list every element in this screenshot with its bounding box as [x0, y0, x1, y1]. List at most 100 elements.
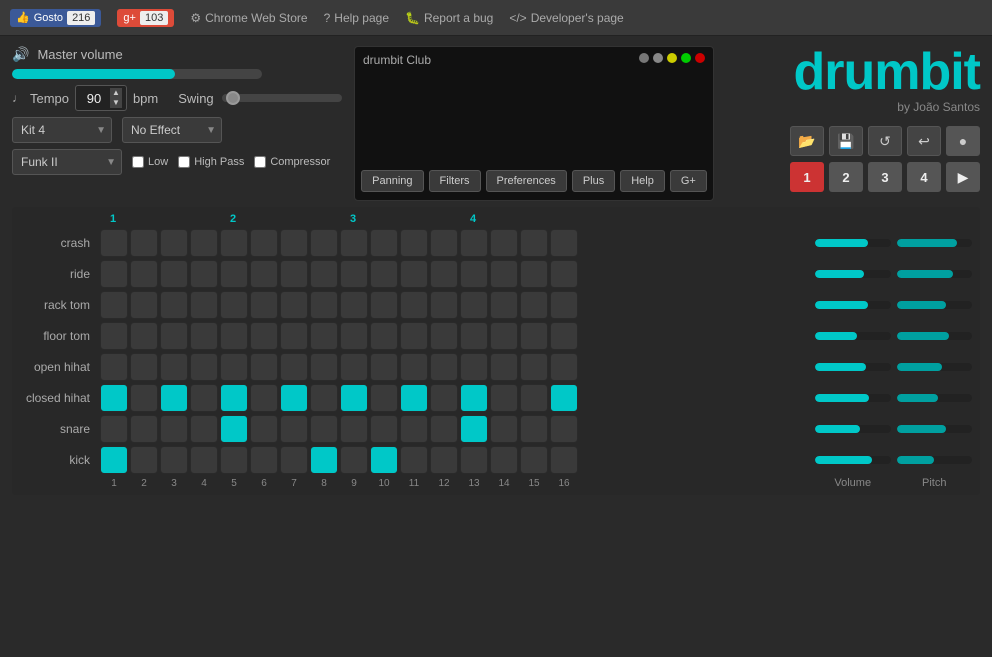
swing-slider[interactable] [222, 94, 342, 102]
volume-slider-7[interactable] [815, 456, 891, 464]
beat-cell-4-14[interactable] [520, 353, 548, 381]
pitch-slider-0[interactable] [897, 239, 973, 247]
beat-cell-3-13[interactable] [490, 322, 518, 350]
beat-cell-7-13[interactable] [490, 446, 518, 474]
beat-cell-6-5[interactable] [250, 415, 278, 443]
beat-cell-7-9[interactable] [370, 446, 398, 474]
beat-cell-6-6[interactable] [280, 415, 308, 443]
beat-cell-6-1[interactable] [130, 415, 158, 443]
beat-cell-4-3[interactable] [190, 353, 218, 381]
beat-cell-6-11[interactable] [430, 415, 458, 443]
beat-cell-0-10[interactable] [400, 229, 428, 257]
beat-cell-1-1[interactable] [130, 260, 158, 288]
beat-cell-0-2[interactable] [160, 229, 188, 257]
beat-cell-3-8[interactable] [340, 322, 368, 350]
beat-cell-2-6[interactable] [280, 291, 308, 319]
beat-cell-4-11[interactable] [430, 353, 458, 381]
high-pass-checkbox-item[interactable]: High Pass [178, 156, 244, 168]
beat-cell-6-2[interactable] [160, 415, 188, 443]
beat-cell-0-6[interactable] [280, 229, 308, 257]
tempo-up-button[interactable]: ▲ [110, 88, 122, 98]
volume-slider-2[interactable] [815, 301, 891, 309]
beat-cell-1-7[interactable] [310, 260, 338, 288]
beat-cell-5-1[interactable] [130, 384, 158, 412]
beat-cell-3-15[interactable] [550, 322, 578, 350]
help-button[interactable]: Help [620, 170, 665, 192]
beat-cell-2-15[interactable] [550, 291, 578, 319]
beat-cell-7-10[interactable] [400, 446, 428, 474]
gplus-badge[interactable]: g+ 103 [117, 9, 174, 27]
beat-cell-2-13[interactable] [490, 291, 518, 319]
low-checkbox-item[interactable]: Low [132, 156, 168, 168]
beat-cell-1-5[interactable] [250, 260, 278, 288]
beat-cell-2-3[interactable] [190, 291, 218, 319]
beat-cell-5-9[interactable] [370, 384, 398, 412]
volume-slider-5[interactable] [815, 394, 891, 402]
help-page-link[interactable]: ? Help page [324, 11, 389, 25]
beat-cell-6-9[interactable] [370, 415, 398, 443]
beat-cell-7-1[interactable] [130, 446, 158, 474]
beat-cell-5-11[interactable] [430, 384, 458, 412]
beat-cell-5-2[interactable] [160, 384, 188, 412]
beat-cell-6-7[interactable] [310, 415, 338, 443]
beat-cell-5-8[interactable] [340, 384, 368, 412]
beat-cell-5-4[interactable] [220, 384, 248, 412]
pattern-2-button[interactable]: 2 [829, 162, 863, 192]
filters-button[interactable]: Filters [429, 170, 481, 192]
beat-cell-0-13[interactable] [490, 229, 518, 257]
beat-cell-5-13[interactable] [490, 384, 518, 412]
beat-cell-5-14[interactable] [520, 384, 548, 412]
beat-cell-6-0[interactable] [100, 415, 128, 443]
beat-cell-3-4[interactable] [220, 322, 248, 350]
beat-cell-2-8[interactable] [340, 291, 368, 319]
beat-cell-1-4[interactable] [220, 260, 248, 288]
beat-cell-5-12[interactable] [460, 384, 488, 412]
beat-cell-2-10[interactable] [400, 291, 428, 319]
volume-slider-4[interactable] [815, 363, 891, 371]
beat-cell-6-10[interactable] [400, 415, 428, 443]
beat-cell-6-14[interactable] [520, 415, 548, 443]
panning-button[interactable]: Panning [361, 170, 423, 192]
beat-cell-5-15[interactable] [550, 384, 578, 412]
beat-cell-6-3[interactable] [190, 415, 218, 443]
beat-cell-1-11[interactable] [430, 260, 458, 288]
beat-cell-4-8[interactable] [340, 353, 368, 381]
beat-cell-0-12[interactable] [460, 229, 488, 257]
beat-cell-0-9[interactable] [370, 229, 398, 257]
beat-cell-0-0[interactable] [100, 229, 128, 257]
beat-cell-2-4[interactable] [220, 291, 248, 319]
beat-cell-1-15[interactable] [550, 260, 578, 288]
pattern-dropdown[interactable]: Funk II Funk I Rock [12, 149, 122, 175]
pitch-slider-5[interactable] [897, 394, 973, 402]
beat-cell-2-9[interactable] [370, 291, 398, 319]
beat-cell-4-4[interactable] [220, 353, 248, 381]
beat-cell-4-13[interactable] [490, 353, 518, 381]
beat-cell-5-0[interactable] [100, 384, 128, 412]
beat-cell-6-8[interactable] [340, 415, 368, 443]
beat-cell-5-10[interactable] [400, 384, 428, 412]
beat-cell-1-2[interactable] [160, 260, 188, 288]
beat-cell-0-3[interactable] [190, 229, 218, 257]
beat-cell-3-7[interactable] [310, 322, 338, 350]
beat-cell-0-15[interactable] [550, 229, 578, 257]
pitch-slider-1[interactable] [897, 270, 973, 278]
dev-page-link[interactable]: </> Developer's page [509, 11, 623, 25]
beat-cell-6-15[interactable] [550, 415, 578, 443]
beat-cell-7-15[interactable] [550, 446, 578, 474]
refresh-button[interactable]: ↺ [868, 126, 902, 156]
beat-cell-1-3[interactable] [190, 260, 218, 288]
beat-cell-2-11[interactable] [430, 291, 458, 319]
master-volume-slider[interactable] [12, 69, 262, 79]
beat-cell-1-12[interactable] [460, 260, 488, 288]
beat-cell-3-10[interactable] [400, 322, 428, 350]
beat-cell-2-12[interactable] [460, 291, 488, 319]
beat-cell-7-4[interactable] [220, 446, 248, 474]
volume-slider-6[interactable] [815, 425, 891, 433]
beat-cell-4-15[interactable] [550, 353, 578, 381]
beat-cell-7-5[interactable] [250, 446, 278, 474]
beat-cell-2-14[interactable] [520, 291, 548, 319]
preferences-button[interactable]: Preferences [486, 170, 567, 192]
open-button[interactable]: 📂 [790, 126, 824, 156]
beat-cell-3-3[interactable] [190, 322, 218, 350]
beat-cell-7-3[interactable] [190, 446, 218, 474]
